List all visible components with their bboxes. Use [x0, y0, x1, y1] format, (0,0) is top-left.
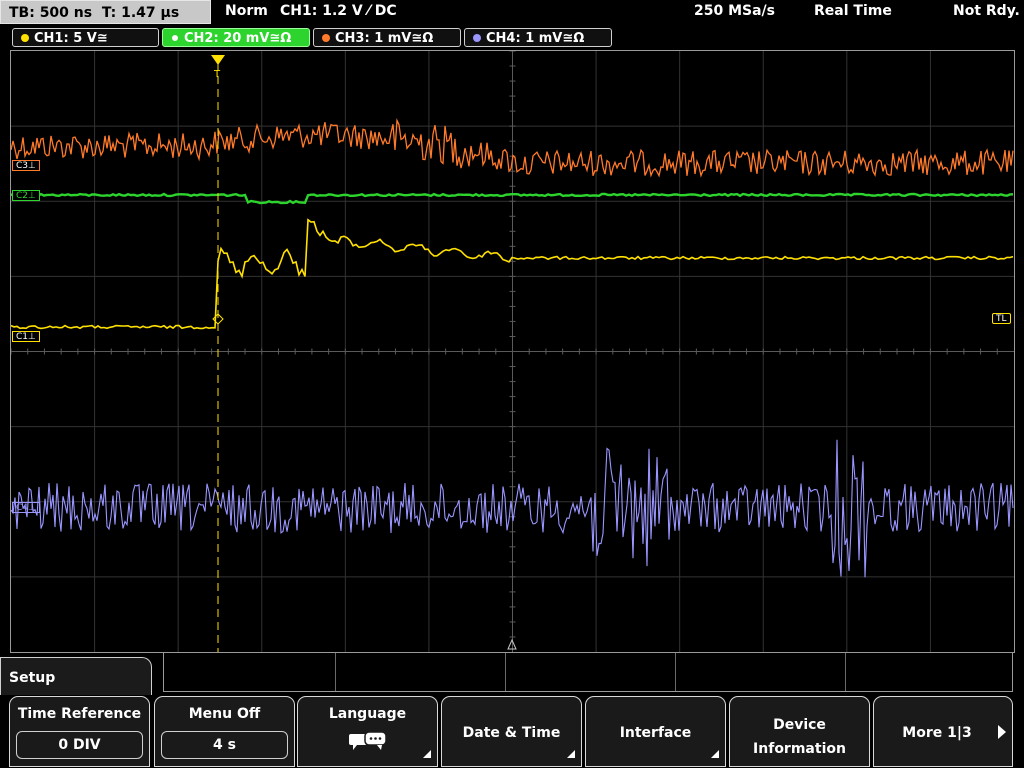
measurement-cell[interactable] [164, 653, 336, 691]
channel-1-tab[interactable]: CH1: 5 V≅ [12, 28, 159, 47]
measurement-cell[interactable] [845, 653, 1012, 691]
menu-off-softkey[interactable]: Menu Off 4 s [154, 696, 295, 767]
softkey-label: Interface [619, 725, 692, 741]
channel-3-tab[interactable]: CH3: 1 mV≅Ω [313, 28, 461, 47]
language-softkey[interactable]: Language [297, 696, 438, 767]
more-softkey[interactable]: More 1|3 [873, 696, 1013, 767]
trigger-position-marker[interactable] [211, 55, 225, 65]
measurement-cell[interactable] [675, 653, 846, 691]
submenu-indicator-icon [711, 750, 719, 758]
channel-2-color-dot [171, 34, 179, 42]
softkey-label: Menu Off [188, 706, 261, 722]
softkey-label: Time Reference [17, 706, 142, 722]
arrow-right-icon [998, 725, 1006, 739]
graticule [11, 51, 1014, 652]
time-reference-softkey[interactable]: Time Reference 0 DIV [9, 696, 150, 767]
timebase-box[interactable]: TB: 500 ns T: 1.47 µs [0, 0, 211, 24]
interface-softkey[interactable]: Interface [585, 696, 726, 767]
trigger-mode[interactable]: Norm [225, 3, 268, 19]
channel-4-tab[interactable]: CH4: 1 mV≅Ω [464, 28, 612, 47]
measurement-strip [163, 652, 1013, 692]
trigger-position-label: T [213, 69, 221, 80]
submenu-indicator-icon [423, 750, 431, 758]
softkey-label: Language [328, 706, 407, 722]
waveform-canvas: T [11, 51, 1014, 652]
channel-2-ground-marker[interactable]: C2⊥ [12, 190, 40, 201]
date-time-softkey[interactable]: Date & Time [441, 696, 582, 767]
channel-1-label: CH1: 5 V≅ [34, 31, 108, 46]
softkey-label: Date & Time [462, 725, 561, 741]
channel-tabs: CH1: 5 V≅ CH2: 20 mV≅Ω CH3: 1 mV≅Ω CH4: … [0, 27, 1024, 49]
acquisition-state: Not Rdy. [953, 3, 1020, 19]
channel-3-ground-marker[interactable]: C3⊥ [12, 160, 40, 171]
submenu-indicator-icon [567, 750, 575, 758]
time-reference-value: 0 DIV [16, 731, 143, 759]
channel-1-color-dot [21, 34, 29, 42]
device-information-softkey[interactable]: Device Information [729, 696, 870, 767]
sample-rate-readout: 250 MSa/s [694, 3, 776, 19]
channel-3-color-dot [322, 34, 330, 42]
channel-4-label: CH4: 1 mV≅Ω [486, 31, 585, 46]
channel-3-label: CH3: 1 mV≅Ω [335, 31, 434, 46]
channel-2-tab[interactable]: CH2: 20 mV≅Ω [162, 28, 310, 47]
trigger-source-readout[interactable]: CH1: 1.2 V ⁄ DC [280, 3, 397, 19]
softkey-label-line-1: Device [773, 717, 826, 733]
menu-off-value: 4 s [161, 731, 288, 759]
softkey-label-line-2: Information [753, 741, 846, 757]
softkey-label: More 1|3 [902, 725, 972, 741]
trigger-time-readout: T: 1.47 µs [101, 5, 180, 21]
timebase-readout: TB: 500 ns [9, 5, 93, 21]
measurement-cell[interactable] [335, 653, 506, 691]
menu-title-tab: Setup [0, 657, 152, 695]
acquisition-mode-readout: Real Time [814, 3, 892, 19]
speech-bubble-icon [348, 731, 387, 750]
status-bar: TB: 500 ns T: 1.47 µs Norm CH1: 1.2 V ⁄ … [0, 0, 1024, 26]
channel-4-ground-marker[interactable]: C4⊥ [12, 502, 40, 513]
softkey-label: Device Information [730, 713, 869, 761]
trigger-level-marker[interactable]: TL [992, 313, 1011, 324]
channel-4-color-dot [473, 34, 481, 42]
channel-1-ground-marker[interactable]: C1⊥ [12, 331, 40, 342]
measurement-cell[interactable] [505, 653, 676, 691]
waveform-display[interactable]: T C3⊥ C2⊥ C1⊥ C4⊥ TL [10, 50, 1015, 653]
softkey-bar: Time Reference 0 DIV Menu Off 4 s Langua… [0, 695, 1024, 768]
channel-2-label: CH2: 20 mV≅Ω [184, 31, 292, 46]
